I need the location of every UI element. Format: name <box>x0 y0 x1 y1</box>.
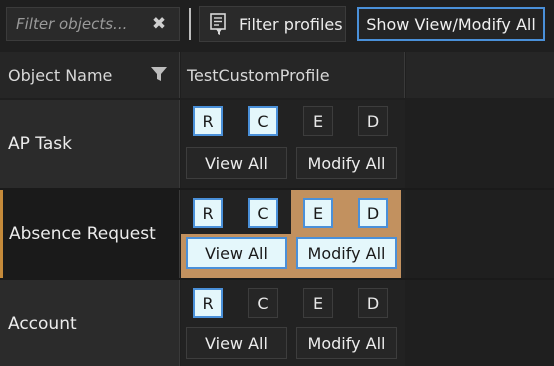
delete-toggle[interactable]: D <box>358 106 388 136</box>
table-row: AP Task R C E D View All Modify All <box>0 100 554 188</box>
empty-cell <box>406 190 554 278</box>
create-toggle[interactable]: C <box>248 106 278 136</box>
filter-list-icon <box>210 13 226 35</box>
read-toggle[interactable]: R <box>193 198 223 228</box>
filter-objects-input[interactable] <box>7 8 145 40</box>
profile-header-label: TestCustomProfile <box>187 65 330 85</box>
read-toggle[interactable]: R <box>193 288 223 318</box>
view-all-button[interactable]: View All <box>186 237 287 269</box>
object-name-cell: Account <box>0 280 180 366</box>
read-toggle[interactable]: R <box>193 106 223 136</box>
empty-cell <box>406 280 554 366</box>
column-header-profile: TestCustomProfile <box>181 52 405 98</box>
edit-toggle[interactable]: E <box>303 106 333 136</box>
delete-toggle[interactable]: D <box>358 288 388 318</box>
edit-toggle[interactable]: E <box>303 288 333 318</box>
edit-toggle[interactable]: E <box>303 198 333 228</box>
object-name-label: Absence Request <box>9 224 156 244</box>
funnel-icon[interactable] <box>150 65 168 83</box>
delete-toggle[interactable]: D <box>358 198 388 228</box>
object-name-label: Account <box>8 314 77 334</box>
toolbar-divider <box>189 8 191 40</box>
toolbar: ✖ Filter profiles Show View/Modify All <box>0 0 554 50</box>
filter-profiles-button[interactable]: Filter profiles <box>199 6 346 42</box>
view-all-button[interactable]: View All <box>186 147 287 179</box>
table-row-selected: Absence Request R C E D View All Modify … <box>0 190 554 278</box>
permissions-grid: Object Name TestCustomProfile AP Task R … <box>0 52 554 366</box>
filter-profiles-label: Filter profiles <box>239 14 343 34</box>
object-name-cell: Absence Request <box>0 190 180 278</box>
empty-cell <box>406 100 554 188</box>
table-row: Account R C E D View All Modify All <box>0 280 554 366</box>
object-name-label: AP Task <box>8 134 72 154</box>
modify-all-button[interactable]: Modify All <box>296 327 397 359</box>
show-view-modify-all-button[interactable]: Show View/Modify All <box>357 7 545 41</box>
column-header-object-name: Object Name <box>0 52 180 98</box>
create-toggle[interactable]: C <box>248 288 278 318</box>
filter-objects-box: ✖ <box>6 7 180 41</box>
permission-cell: R C E D View All Modify All <box>181 100 405 188</box>
create-toggle[interactable]: C <box>248 198 278 228</box>
modify-all-button[interactable]: Modify All <box>296 237 397 269</box>
modify-all-button[interactable]: Modify All <box>296 147 397 179</box>
permission-cell: R C E D View All Modify All <box>181 280 405 366</box>
permissions-editor: ✖ Filter profiles Show View/Modify All O… <box>0 0 554 366</box>
column-header-empty <box>406 52 554 98</box>
close-icon[interactable]: ✖ <box>149 13 169 35</box>
column-header-label: Object Name <box>8 65 113 85</box>
permission-cell: R C E D View All Modify All <box>181 190 405 278</box>
object-name-cell: AP Task <box>0 100 180 188</box>
view-all-button[interactable]: View All <box>186 327 287 359</box>
